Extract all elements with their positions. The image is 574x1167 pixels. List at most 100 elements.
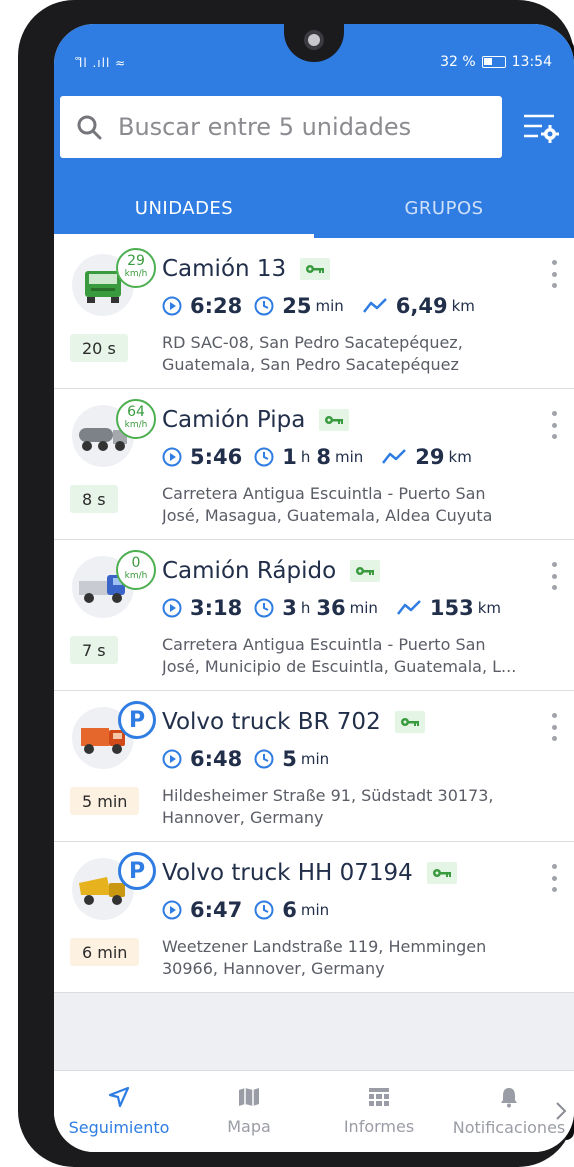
unit-name: Volvo truck BR 702: [162, 709, 381, 735]
nav-label: Informes: [343, 1117, 415, 1136]
table-icon: [369, 1088, 389, 1106]
last-update-chip: 6 min: [70, 938, 140, 966]
unit-name: Camión 13: [162, 256, 287, 282]
more-options-icon[interactable]: [548, 260, 560, 288]
trip-time: 5:46: [162, 445, 242, 469]
distance-trend-icon: [396, 600, 421, 615]
clock-icon: [254, 749, 274, 769]
battery-icon: [481, 56, 506, 68]
unit-stats: 3:18 3 h 36 min 153 km: [162, 596, 519, 620]
more-options-icon[interactable]: [548, 411, 560, 439]
trip-duration: 5 min: [254, 747, 335, 771]
unit-stats: 5:46 1 h 8 min 29 km: [162, 445, 490, 469]
play-time-icon: [162, 296, 182, 316]
app-header: Buscar entre 5 unidades UNIDADES GRUPOS: [54, 82, 574, 238]
bottom-navigation: Seguimiento Mapa Informes Notificaciones: [54, 1070, 574, 1152]
distance: 29 km: [381, 445, 478, 469]
trip-time: 6:28: [162, 294, 242, 318]
unit-address: Weetzener Landstraße 119, Hemmingen 30966…: [162, 937, 487, 978]
unit-stats: 6:28 25 min 6,49 km: [162, 294, 493, 318]
distance: 6,49 km: [362, 294, 481, 318]
bell-icon: [501, 1088, 517, 1108]
ignition-key-icon: [394, 711, 425, 733]
status-right: 32 % 13:54: [440, 54, 552, 70]
unit-list: 29 km/h 20 s Camión 13 6:28 25 min 6,49 km RD SAC…: [54, 238, 574, 993]
trip-duration: 1 h 8 min: [254, 445, 369, 469]
distance: 153 km: [396, 596, 507, 620]
unit-card[interactable]: P 5 min Volvo truck BR 702 6:48 5 min Hildeshe…: [54, 691, 574, 842]
unit-card[interactable]: 29 km/h 20 s Camión 13 6:28 25 min 6,49 km RD SAC…: [54, 238, 574, 389]
filter-settings-icon: [524, 114, 559, 143]
filter-settings-button[interactable]: [520, 108, 560, 148]
app-screen: ᪲ll .ıll ≈ 32 % 13:54 Buscar entre 5 uni…: [54, 24, 574, 1152]
unit-address: Hildesheimer Straße 91, Südstadt 30173, H…: [162, 786, 494, 827]
key-icon: [356, 567, 375, 575]
tab-unidades[interactable]: UNIDADES: [54, 178, 314, 238]
unit-title-row: Camión Pipa: [162, 407, 350, 433]
camera-icon: [304, 30, 324, 50]
more-options-icon[interactable]: [548, 864, 560, 892]
tab-bar: UNIDADES GRUPOS: [54, 178, 574, 238]
speed-badge: 29 km/h: [116, 248, 156, 288]
distance-trend-icon: [382, 449, 407, 464]
speed-badge: 0 km/h: [116, 550, 156, 590]
phone-frame: ᪲ll .ıll ≈ 32 % 13:54 Buscar entre 5 uni…: [18, 0, 574, 1167]
nav-label: Notificaciones: [452, 1118, 566, 1137]
key-icon: [432, 869, 451, 877]
unit-card[interactable]: 0 km/h 7 s Camión Rápido 3:18 3 h 36 min 153 km Car…: [54, 540, 574, 691]
speed-badge: 64 km/h: [116, 399, 156, 439]
map-icon: [239, 1088, 259, 1106]
clock-icon: [254, 447, 274, 467]
trip-duration: 3 h 36 min: [254, 596, 384, 620]
play-time-icon: [162, 447, 182, 467]
clock-icon: [254, 296, 274, 316]
unit-title-row: Volvo truck BR 702: [162, 709, 425, 735]
nav-seguimiento[interactable]: Seguimiento: [54, 1071, 184, 1152]
last-update-chip: 5 min: [70, 787, 140, 815]
battery-percent: 32 %: [440, 54, 476, 70]
nav-informes[interactable]: Informes: [314, 1071, 444, 1152]
unit-stats: 6:47 6 min: [162, 898, 347, 922]
search-placeholder: Buscar entre 5 unidades: [118, 113, 412, 141]
key-icon: [325, 416, 344, 424]
navigation-arrow-icon: [108, 1086, 130, 1108]
more-options-icon[interactable]: [548, 713, 560, 741]
unit-title-row: Camión Rápido: [162, 558, 381, 584]
chevron-right-icon[interactable]: [554, 1101, 568, 1121]
clock: 13:54: [511, 54, 552, 70]
parking-badge: P: [118, 852, 156, 890]
parking-badge: P: [118, 701, 156, 739]
distance-trend-icon: [362, 298, 387, 313]
tab-grupos[interactable]: GRUPOS: [314, 178, 574, 238]
play-time-icon: [162, 749, 182, 769]
search-input[interactable]: Buscar entre 5 unidades: [60, 96, 502, 158]
more-options-icon[interactable]: [548, 562, 560, 590]
trip-time: 6:48: [162, 747, 242, 771]
nav-mapa[interactable]: Mapa: [184, 1071, 314, 1152]
camera-notch: [284, 24, 344, 62]
unit-stats: 6:48 5 min: [162, 747, 347, 771]
unit-card[interactable]: 64 km/h 8 s Camión Pipa 5:46 1 h 8 min 29 km Carret…: [54, 389, 574, 540]
trip-duration: 6 min: [254, 898, 335, 922]
unit-address: Carretera Antigua Escuintla - Puerto San…: [162, 635, 517, 676]
unit-address: RD SAC-08, San Pedro Sacatepéquez, Guatem…: [162, 333, 463, 374]
unit-card[interactable]: P 6 min Volvo truck HH 07194 6:47 6 min Weetze…: [54, 842, 574, 993]
ignition-key-icon: [300, 258, 331, 280]
trip-time: 6:47: [162, 898, 242, 922]
unit-address: Carretera Antigua Escuintla - Puerto San…: [162, 484, 493, 525]
unit-title-row: Camión 13: [162, 256, 331, 282]
ignition-key-icon: [350, 560, 381, 582]
unit-name: Camión Rápido: [162, 558, 337, 584]
nav-label: Seguimiento: [68, 1118, 170, 1137]
trip-duration: 25 min: [254, 294, 350, 318]
last-update-chip: 8 s: [70, 485, 118, 513]
unit-name: Camión Pipa: [162, 407, 306, 433]
key-icon: [306, 265, 325, 273]
unit-name: Volvo truck HH 07194: [162, 860, 413, 886]
last-update-chip: 20 s: [70, 334, 128, 362]
status-bar: ᪲ll .ıll ≈ 32 % 13:54: [54, 24, 574, 82]
search-icon: [60, 114, 118, 140]
unit-title-row: Volvo truck HH 07194: [162, 860, 457, 886]
ignition-key-icon: [319, 409, 350, 431]
clock-icon: [254, 900, 274, 920]
